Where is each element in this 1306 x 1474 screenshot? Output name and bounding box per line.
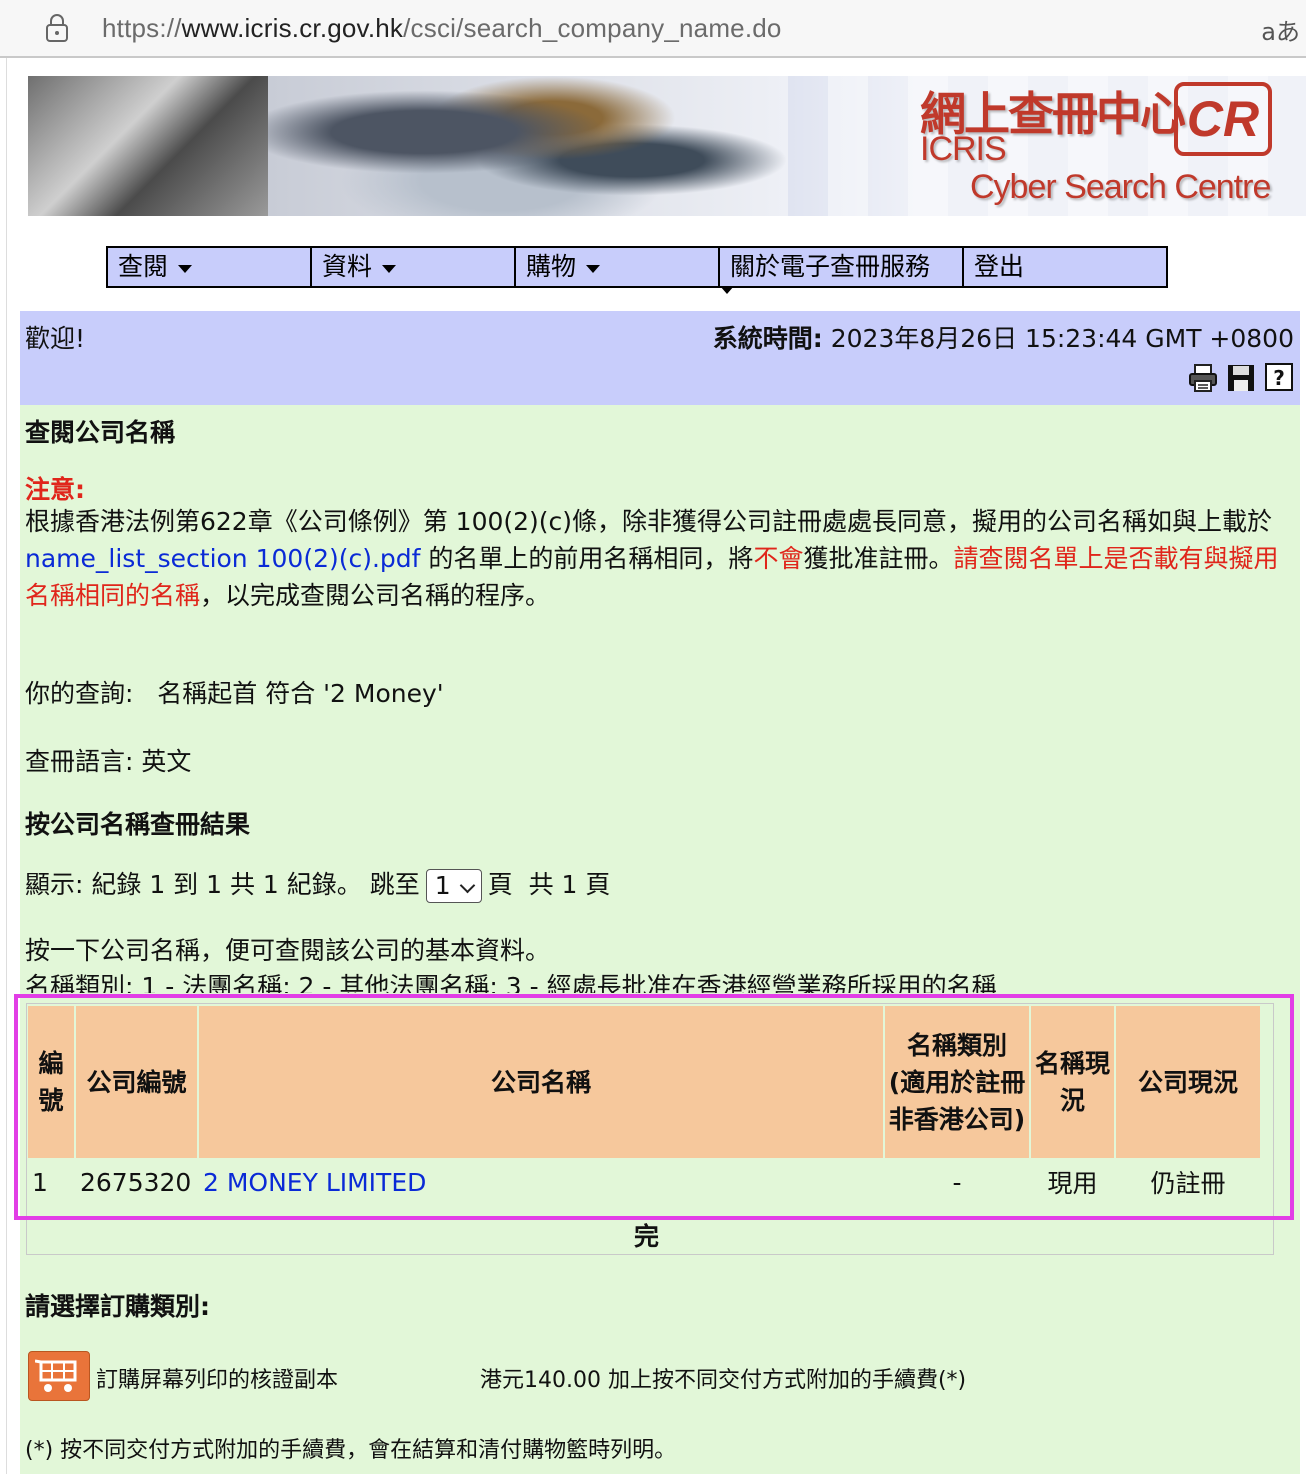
nav-about[interactable]: 關於電子查冊服務: [720, 248, 964, 286]
fee-footnote: (*) 按不同交付方式附加的手續費，會在結算和清付購物籃時列明。: [25, 1438, 677, 1463]
table-row: 1 2675320 2 MONEY LIMITED - 現用 仍註冊: [28, 1160, 1260, 1204]
address-bar[interactable]: https://www.icris.cr.gov.hk/csci/search_…: [0, 0, 1306, 58]
help-icon[interactable]: ?: [1264, 363, 1294, 393]
tool-icons: ?: [1188, 363, 1294, 393]
cr-logo: CR: [1174, 82, 1272, 156]
order-item-label: 訂購屏幕列印的核證副本: [96, 1368, 339, 1393]
page-edge: [0, 58, 7, 1474]
main-nav: 查閱 資料 購物 關於電子查冊服務 登出: [106, 246, 1168, 288]
search-language: 查冊語言: 英文: [25, 747, 192, 776]
header-cr-no: 公司編號: [76, 1006, 197, 1158]
printer-icon[interactable]: [1188, 363, 1218, 393]
welcome-text: 歡迎!: [25, 324, 86, 353]
banner-photo: [28, 76, 268, 216]
page-title: 查閱公司名稱: [25, 418, 176, 447]
translate-icon[interactable]: aあ: [1261, 12, 1300, 47]
pagination-line: 顯示: 紀錄 1 到 1 共 1 紀錄。 跳至 1 頁 共 1 頁: [25, 865, 610, 903]
nav-info[interactable]: 資料: [312, 248, 516, 286]
save-icon[interactable]: [1226, 363, 1256, 393]
results-title: 按公司名稱查冊結果: [25, 810, 251, 839]
url-text[interactable]: https://www.icris.cr.gov.hk/csci/search_…: [102, 13, 782, 44]
row-company-name-link[interactable]: 2 MONEY LIMITED: [199, 1160, 883, 1204]
banner-title-icris: ICRIS: [920, 130, 1007, 168]
header-company-name: 公司名稱: [199, 1006, 883, 1158]
row-company-status: 仍註冊: [1116, 1160, 1260, 1204]
site-banner: 網上查冊中心 ICRIS Cyber Search Centre CR: [28, 76, 1306, 216]
header-name-type: 名稱類別 (適用於註冊非香港公司): [885, 1006, 1029, 1158]
caret-down-icon: [586, 265, 601, 273]
shopping-cart-icon[interactable]: [28, 1351, 90, 1401]
nav-logout[interactable]: 登出: [964, 248, 1162, 286]
header-name-status: 名稱現況: [1031, 1006, 1114, 1158]
nav-shopping[interactable]: 購物: [516, 248, 720, 286]
svg-text:?: ?: [1273, 366, 1285, 390]
nav-search[interactable]: 查閱: [108, 248, 312, 286]
header-company-status: 公司現況: [1116, 1006, 1260, 1158]
lock-icon: [46, 14, 68, 42]
row-cr-no: 2675320: [76, 1160, 197, 1204]
name-list-pdf-link[interactable]: name_list_section 100(2)(c).pdf: [25, 544, 420, 573]
system-time: 系統時間: 2023年8月26日 15:23:44 GMT +0800: [712, 324, 1294, 353]
main-content: 查閱公司名稱 注意: 根據香港法例第622章《公司條例》第 100(2)(c)條…: [20, 405, 1300, 1474]
end-marker: 完: [634, 1222, 660, 1251]
chevron-down-icon: [459, 877, 475, 894]
order-item-price: 港元140.00 加上按不同交付方式附加的手續費(*): [480, 1368, 967, 1393]
row-name-type: -: [885, 1160, 1029, 1204]
notice-text: 根據香港法例第622章《公司條例》第 100(2)(c)條，除非獲得公司註冊處處…: [25, 507, 1279, 610]
welcome-bar: 歡迎! 系統時間: 2023年8月26日 15:23:44 GMT +0800 …: [20, 311, 1300, 405]
results-table: 編號 公司編號 公司名稱 名稱類別 (適用於註冊非香港公司) 名稱現況 公司現況…: [26, 1004, 1262, 1206]
caret-down-icon: [178, 265, 193, 273]
nav-pointer-icon: [720, 286, 734, 294]
row-name-status: 現用: [1031, 1160, 1114, 1204]
page-select[interactable]: 1: [425, 869, 482, 903]
click-hint: 按一下公司名稱，便可查閱該公司的基本資料。: [25, 936, 551, 965]
name-type-legend: 名稱類別: 1 - 法團名稱; 2 - 其他法團名稱; 3 - 經處長批准在香港…: [25, 972, 997, 993]
caret-down-icon: [382, 265, 397, 273]
header-no: 編號: [28, 1006, 74, 1158]
notice-label: 注意:: [25, 475, 85, 504]
banner-collage: [268, 76, 788, 216]
row-no: 1: [28, 1160, 74, 1204]
query-line: 你的查詢: 名稱起首 符合 '2 Money': [25, 679, 444, 708]
order-title: 請選擇訂購類別:: [25, 1292, 210, 1321]
banner-title-english: Cyber Search Centre: [970, 168, 1271, 206]
